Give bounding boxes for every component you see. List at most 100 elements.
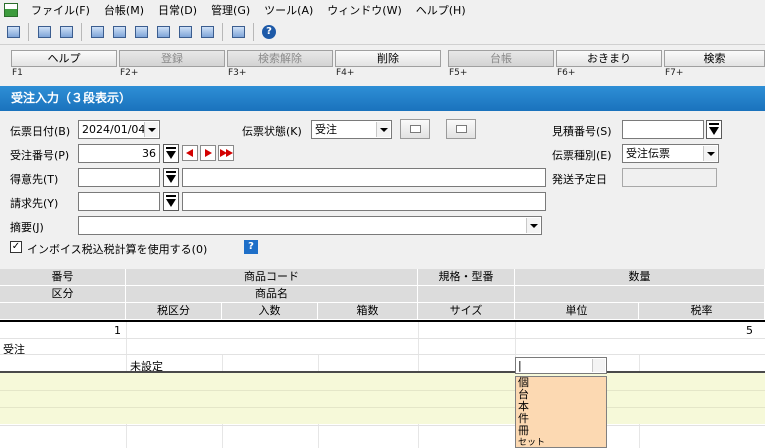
search-button[interactable]: 検索 xyxy=(664,50,765,67)
menu-help[interactable]: ヘルプ(H) xyxy=(409,2,473,18)
unit-option[interactable]: セット xyxy=(516,437,606,448)
grid-line xyxy=(0,354,765,355)
toolbar-edit-icon[interactable] xyxy=(110,23,128,41)
menu-tools[interactable]: ツール(A) xyxy=(257,2,320,18)
toolbar: ? xyxy=(0,19,765,45)
toolbar-export-icon[interactable] xyxy=(198,23,216,41)
slip-status-label: 伝票状態(K) xyxy=(242,125,302,138)
summary-select[interactable] xyxy=(78,216,542,235)
table-row[interactable] xyxy=(0,373,765,390)
estimate-no-label: 見積番号(S) xyxy=(552,125,612,138)
header-blank xyxy=(515,286,765,303)
slip-type-label: 伝票種別(E) xyxy=(552,149,612,162)
toolbar-calc-icon[interactable] xyxy=(4,23,22,41)
fkey-label: F6+ xyxy=(557,68,576,78)
unit-option[interactable]: 件 xyxy=(516,413,606,425)
toolbar-separator xyxy=(28,22,29,41)
header-unit: 単位 xyxy=(515,303,639,320)
toolbar-separator xyxy=(253,22,254,41)
table-row[interactable] xyxy=(0,390,765,407)
tag-icon xyxy=(410,125,421,133)
ship-date-label: 発送予定日 xyxy=(552,173,607,186)
help-question-icon[interactable]: ? xyxy=(244,240,258,254)
header-tax-class: 税区分 xyxy=(126,303,222,320)
unit-option[interactable]: 個 xyxy=(516,377,606,389)
toolbar-forward-icon[interactable] xyxy=(35,23,53,41)
app-icon xyxy=(4,2,18,17)
slip-type-select[interactable]: 受注伝票 xyxy=(622,144,719,163)
header-tax-rate: 税率 xyxy=(639,303,765,320)
row-number: 1 xyxy=(114,324,121,337)
header-product-name: 商品名 xyxy=(126,286,418,303)
toolbar-calendar-icon[interactable] xyxy=(229,23,247,41)
billing-picker-icon[interactable] xyxy=(163,192,179,211)
customer-name-field[interactable] xyxy=(182,168,546,187)
header-product-code: 商品コード xyxy=(126,269,418,286)
header-spec: 規格・型番 xyxy=(418,269,515,286)
slip-status-select[interactable]: 受注 xyxy=(311,120,392,139)
unit-option[interactable]: 台 xyxy=(516,389,606,401)
question-icon: ? xyxy=(262,24,276,39)
prev-record-icon[interactable] xyxy=(182,145,198,161)
chevron-down-icon[interactable] xyxy=(144,122,158,137)
estimate-picker-icon[interactable] xyxy=(706,120,722,139)
customer-picker-icon[interactable] xyxy=(163,168,179,187)
invoice-checkbox[interactable]: ✓ xyxy=(10,241,22,253)
unit-option[interactable]: 冊 xyxy=(516,425,606,437)
ledger-button[interactable]: 台帳 xyxy=(448,50,554,67)
register-button[interactable]: 登録 xyxy=(119,50,225,67)
chevron-down-icon[interactable] xyxy=(526,218,540,233)
table-row[interactable] xyxy=(0,407,765,424)
status-left-button[interactable] xyxy=(400,119,430,139)
summary-label: 摘要(J) xyxy=(10,221,44,234)
toolbar-list-icon[interactable] xyxy=(57,23,75,41)
header-number: 番号 xyxy=(0,269,126,286)
next-record-icon[interactable] xyxy=(200,145,216,161)
fkey-label: F2+ xyxy=(120,68,139,78)
header-quantity: 数量 xyxy=(515,269,765,286)
customer-code-field[interactable] xyxy=(78,168,160,187)
menu-daily[interactable]: 日常(D) xyxy=(151,2,204,18)
delete-button[interactable]: 削除 xyxy=(335,50,441,67)
menu-file[interactable]: ファイル(F) xyxy=(24,2,97,18)
header-box-count: 箱数 xyxy=(318,303,418,320)
slip-status-value: 受注 xyxy=(315,123,337,136)
toolbar-help-icon[interactable]: ? xyxy=(260,23,278,41)
slip-date-field[interactable]: 2024/01/04 xyxy=(78,120,160,139)
grid-line xyxy=(0,425,765,426)
row-tax-rate-index: 5 xyxy=(746,324,753,337)
tag-icon xyxy=(456,125,467,133)
billing-name-field[interactable] xyxy=(182,192,546,211)
order-no-field[interactable]: 36 xyxy=(78,144,160,163)
unit-select-value: | xyxy=(518,359,522,372)
slip-date-label: 伝票日付(B) xyxy=(10,125,71,138)
grid-line xyxy=(0,338,765,339)
status-right-button[interactable] xyxy=(446,119,476,139)
chevron-down-icon[interactable] xyxy=(703,146,717,161)
clear-search-button[interactable]: 検索解除 xyxy=(227,50,333,67)
order-picker-icon[interactable] xyxy=(163,144,179,163)
toolbar-table-icon[interactable] xyxy=(132,23,150,41)
header-size: サイズ xyxy=(418,303,515,320)
customer-label: 得意先(T) xyxy=(10,173,59,186)
help-button[interactable]: ヘルプ xyxy=(11,50,117,67)
menu-ledger[interactable]: 台帳(M) xyxy=(97,2,151,18)
chevron-down-icon[interactable] xyxy=(376,122,390,137)
toolbar-search-icon[interactable] xyxy=(176,23,194,41)
estimate-no-field[interactable] xyxy=(622,120,704,139)
unit-option[interactable]: 本 xyxy=(516,401,606,413)
grid-divider xyxy=(0,320,765,322)
header-blank xyxy=(0,303,126,320)
header-per-box: 入数 xyxy=(222,303,318,320)
menu-window[interactable]: ウィンドウ(W) xyxy=(320,2,408,18)
fkey-label: F7+ xyxy=(665,68,684,78)
menu-manage[interactable]: 管理(G) xyxy=(204,2,257,18)
preset-button[interactable]: おきまり xyxy=(556,50,662,67)
unit-select[interactable]: | xyxy=(515,357,607,374)
last-record-icon[interactable] xyxy=(218,145,234,161)
chevron-down-icon[interactable] xyxy=(592,359,605,372)
billing-code-field[interactable] xyxy=(78,192,160,211)
toolbar-document-icon[interactable] xyxy=(88,23,106,41)
slip-date-value: 2024/01/04 xyxy=(82,123,146,136)
toolbar-print-icon[interactable] xyxy=(154,23,172,41)
